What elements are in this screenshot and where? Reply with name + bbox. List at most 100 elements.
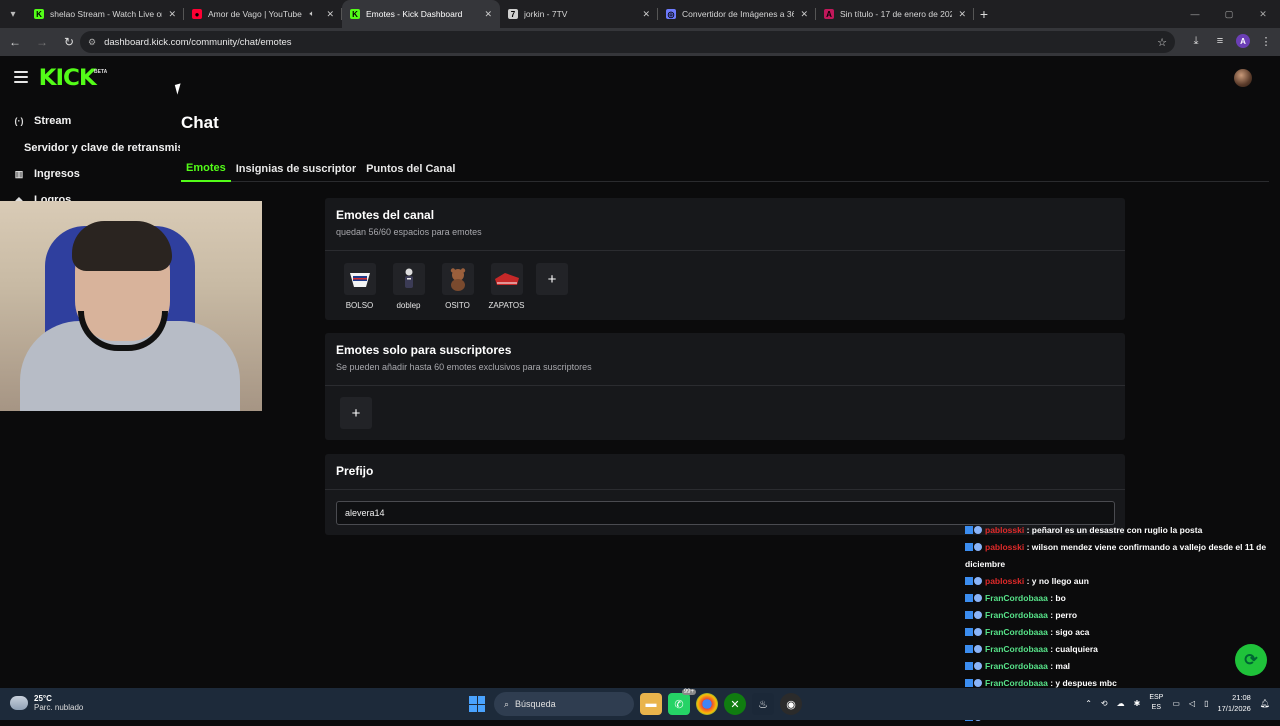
close-tab-icon[interactable]: ✕ [958, 9, 966, 20]
chat-message: FranCordobaaa : mal [965, 658, 1275, 675]
file-explorer-icon[interactable]: ▬ [640, 693, 662, 715]
address-bar[interactable]: ⚙ dashboard.kick.com/community/chat/emot… [80, 31, 1175, 53]
sidebar-item-revenue[interactable]: ▥ Ingresos [0, 161, 180, 187]
chat-badge-icon [965, 573, 982, 590]
chat-username: FranCordobaaa [985, 661, 1048, 671]
chat-separator: : [1024, 576, 1032, 586]
user-avatar[interactable] [1234, 69, 1252, 87]
language-secondary: ES [1151, 704, 1161, 711]
tab-title: Convertidor de Imágenes a 36x [682, 9, 795, 19]
chat-badge-icon [965, 607, 982, 624]
tray-bluetooth-icon[interactable]: ✱ [1134, 699, 1141, 708]
chat-message: pablosski : wilson mendez viene confirma… [965, 539, 1275, 573]
bookmark-star-icon[interactable]: ☆ [1157, 36, 1167, 49]
browser-menu-icon[interactable]: ⋮ [1258, 32, 1274, 50]
tab-subscriber-badges[interactable]: Insignias de suscriptor [231, 156, 361, 182]
chat-message: FranCordobaaa : sigo aca [965, 624, 1275, 641]
chat-username: pablosski [985, 525, 1025, 535]
steam-icon[interactable]: ♨ [752, 693, 774, 715]
chat-text: y despues mbc [1055, 678, 1117, 688]
tab-emotes[interactable]: Emotes [181, 156, 231, 182]
refresh-icon[interactable]: ⟳ [1235, 644, 1267, 676]
tab-search-icon[interactable]: ▾ [4, 5, 22, 23]
close-tab-icon[interactable]: ✕ [642, 9, 650, 20]
sidebar: (·) Stream Servidor y clave de retransmi… [0, 108, 181, 213]
emote-name: OSITO [445, 301, 470, 310]
forward-icon[interactable]: → [30, 30, 54, 54]
obs-icon[interactable]: ◉ [780, 693, 802, 715]
reload-icon[interactable]: ↻ [57, 30, 81, 54]
tab-favicon-icon: K [350, 9, 360, 19]
kick-dashboard-page: KICK BETA (·) Stream Servidor y clave de… [0, 56, 1280, 722]
new-tab-button[interactable]: + [974, 0, 994, 28]
whatsapp-icon[interactable]: ✆ 99+ [668, 689, 696, 715]
tab-title: Emotes - Kick Dashboard [366, 9, 463, 19]
weather-widget[interactable]: 25°C Parc. nublado [10, 694, 83, 712]
chrome-icon[interactable] [696, 693, 718, 715]
clock[interactable]: 21:08 17/1/2026 [1217, 692, 1250, 714]
chat-text: sigo aca [1055, 627, 1090, 637]
chat-tabs: Emotes Insignias de suscriptor Puntos de… [181, 156, 1269, 182]
tray-cloud-icon[interactable]: ☁ [1117, 699, 1125, 708]
emote-zapatos[interactable]: ZAPATOS [487, 263, 526, 310]
maximize-icon[interactable]: ▢ [1212, 0, 1246, 28]
sidebar-item-stream-key[interactable]: Servidor y clave de retransmisión [0, 134, 180, 161]
browser-tab[interactable]: ◎ Convertidor de Imágenes a 36x ✕ [658, 0, 816, 28]
taskbar-search[interactable]: ⌕ Búsqueda [494, 692, 634, 716]
card-title: Emotes del canal [336, 208, 435, 222]
close-tab-icon[interactable]: ✕ [484, 9, 492, 20]
add-sub-emote-button[interactable]: + [340, 397, 372, 429]
page-title: Chat [181, 113, 219, 132]
tray-app-icon[interactable]: ⟲ [1101, 699, 1108, 708]
profile-avatar[interactable]: A [1236, 34, 1250, 48]
back-icon[interactable]: ← [3, 30, 27, 54]
chat-text: perro [1055, 610, 1078, 620]
monitor-icon[interactable]: ▭ [1172, 699, 1180, 708]
card-title: Prefijo [336, 464, 374, 478]
search-label: Búsqueda [515, 699, 556, 709]
cloud-icon [10, 696, 28, 710]
chat-message: FranCordobaaa : perro [965, 607, 1275, 624]
card-subtitle: quedan 56/60 espacios para emotes [336, 227, 482, 237]
chat-message: FranCordobaaa : cualquiera [965, 641, 1275, 658]
windows-start-icon[interactable] [466, 693, 488, 715]
add-emote-button[interactable]: + [536, 263, 568, 295]
taskbar: 25°C Parc. nublado ⌕ Búsqueda ▬ ✆ 99+ ✕ ♨… [0, 688, 1280, 720]
browser-tab[interactable]: Kshelao Stream - Watch Live on K ✕ [26, 0, 184, 28]
kick-logo[interactable]: KICK [39, 66, 97, 91]
browser-tab[interactable]: ● Amor de Vago | YouTube Music 🔈︎ ✕ [184, 0, 342, 28]
browser-tab[interactable]: K Emotes - Kick Dashboard ✕ [342, 0, 500, 28]
volume-icon[interactable]: ◁ [1189, 699, 1195, 708]
xbox-icon[interactable]: ✕ [724, 693, 746, 715]
emote-name: BOLSO [345, 301, 374, 310]
browser-tab[interactable]: 7 jorkin - 7TV ✕ [500, 0, 658, 28]
close-tab-icon[interactable]: ✕ [326, 9, 334, 20]
emote-osito[interactable]: OSITO [438, 263, 477, 310]
close-tab-icon[interactable]: ✕ [168, 9, 176, 20]
sidebar-item-stream[interactable]: (·) Stream [0, 108, 180, 134]
chat-message: FranCordobaaa : bo [965, 590, 1275, 607]
emote-bolso[interactable]: BOLSO [340, 263, 379, 310]
language-indicator[interactable]: ESP ES [1149, 693, 1163, 713]
tab-audio-icon[interactable]: 🔈︎ [310, 9, 315, 19]
emote-image [441, 263, 474, 295]
chat-username: FranCordobaaa [985, 678, 1048, 688]
download-icon[interactable]: ⤓ [1188, 32, 1204, 50]
minimize-icon[interactable]: — [1178, 0, 1212, 28]
notification-bell-icon[interactable]: 🔔︎ [1260, 699, 1270, 708]
close-tab-icon[interactable]: ✕ [800, 9, 808, 20]
taskbar-apps: ⌕ Búsqueda ▬ ✆ 99+ ✕ ♨ ◉ [466, 689, 802, 716]
browser-tab[interactable]: A Sin título - 17 de enero de 2026 ✕ [816, 0, 974, 28]
tray-chevron-icon[interactable]: ⌃ [1085, 699, 1092, 708]
tab-favicon-icon: ● [192, 9, 202, 19]
menu-icon[interactable] [14, 71, 28, 83]
mouse-cursor-icon [174, 83, 184, 95]
close-window-icon[interactable]: ✕ [1246, 0, 1280, 28]
chat-username: FranCordobaaa [985, 610, 1048, 620]
battery-icon[interactable]: ▯ [1204, 699, 1208, 708]
site-info-icon[interactable]: ⚙ [88, 37, 96, 48]
emote-image [343, 263, 376, 295]
media-control-icon[interactable]: ≡ [1212, 32, 1228, 50]
tab-channel-points[interactable]: Puntos del Canal [361, 156, 460, 182]
emote-doblep[interactable]: doblep [389, 263, 428, 310]
